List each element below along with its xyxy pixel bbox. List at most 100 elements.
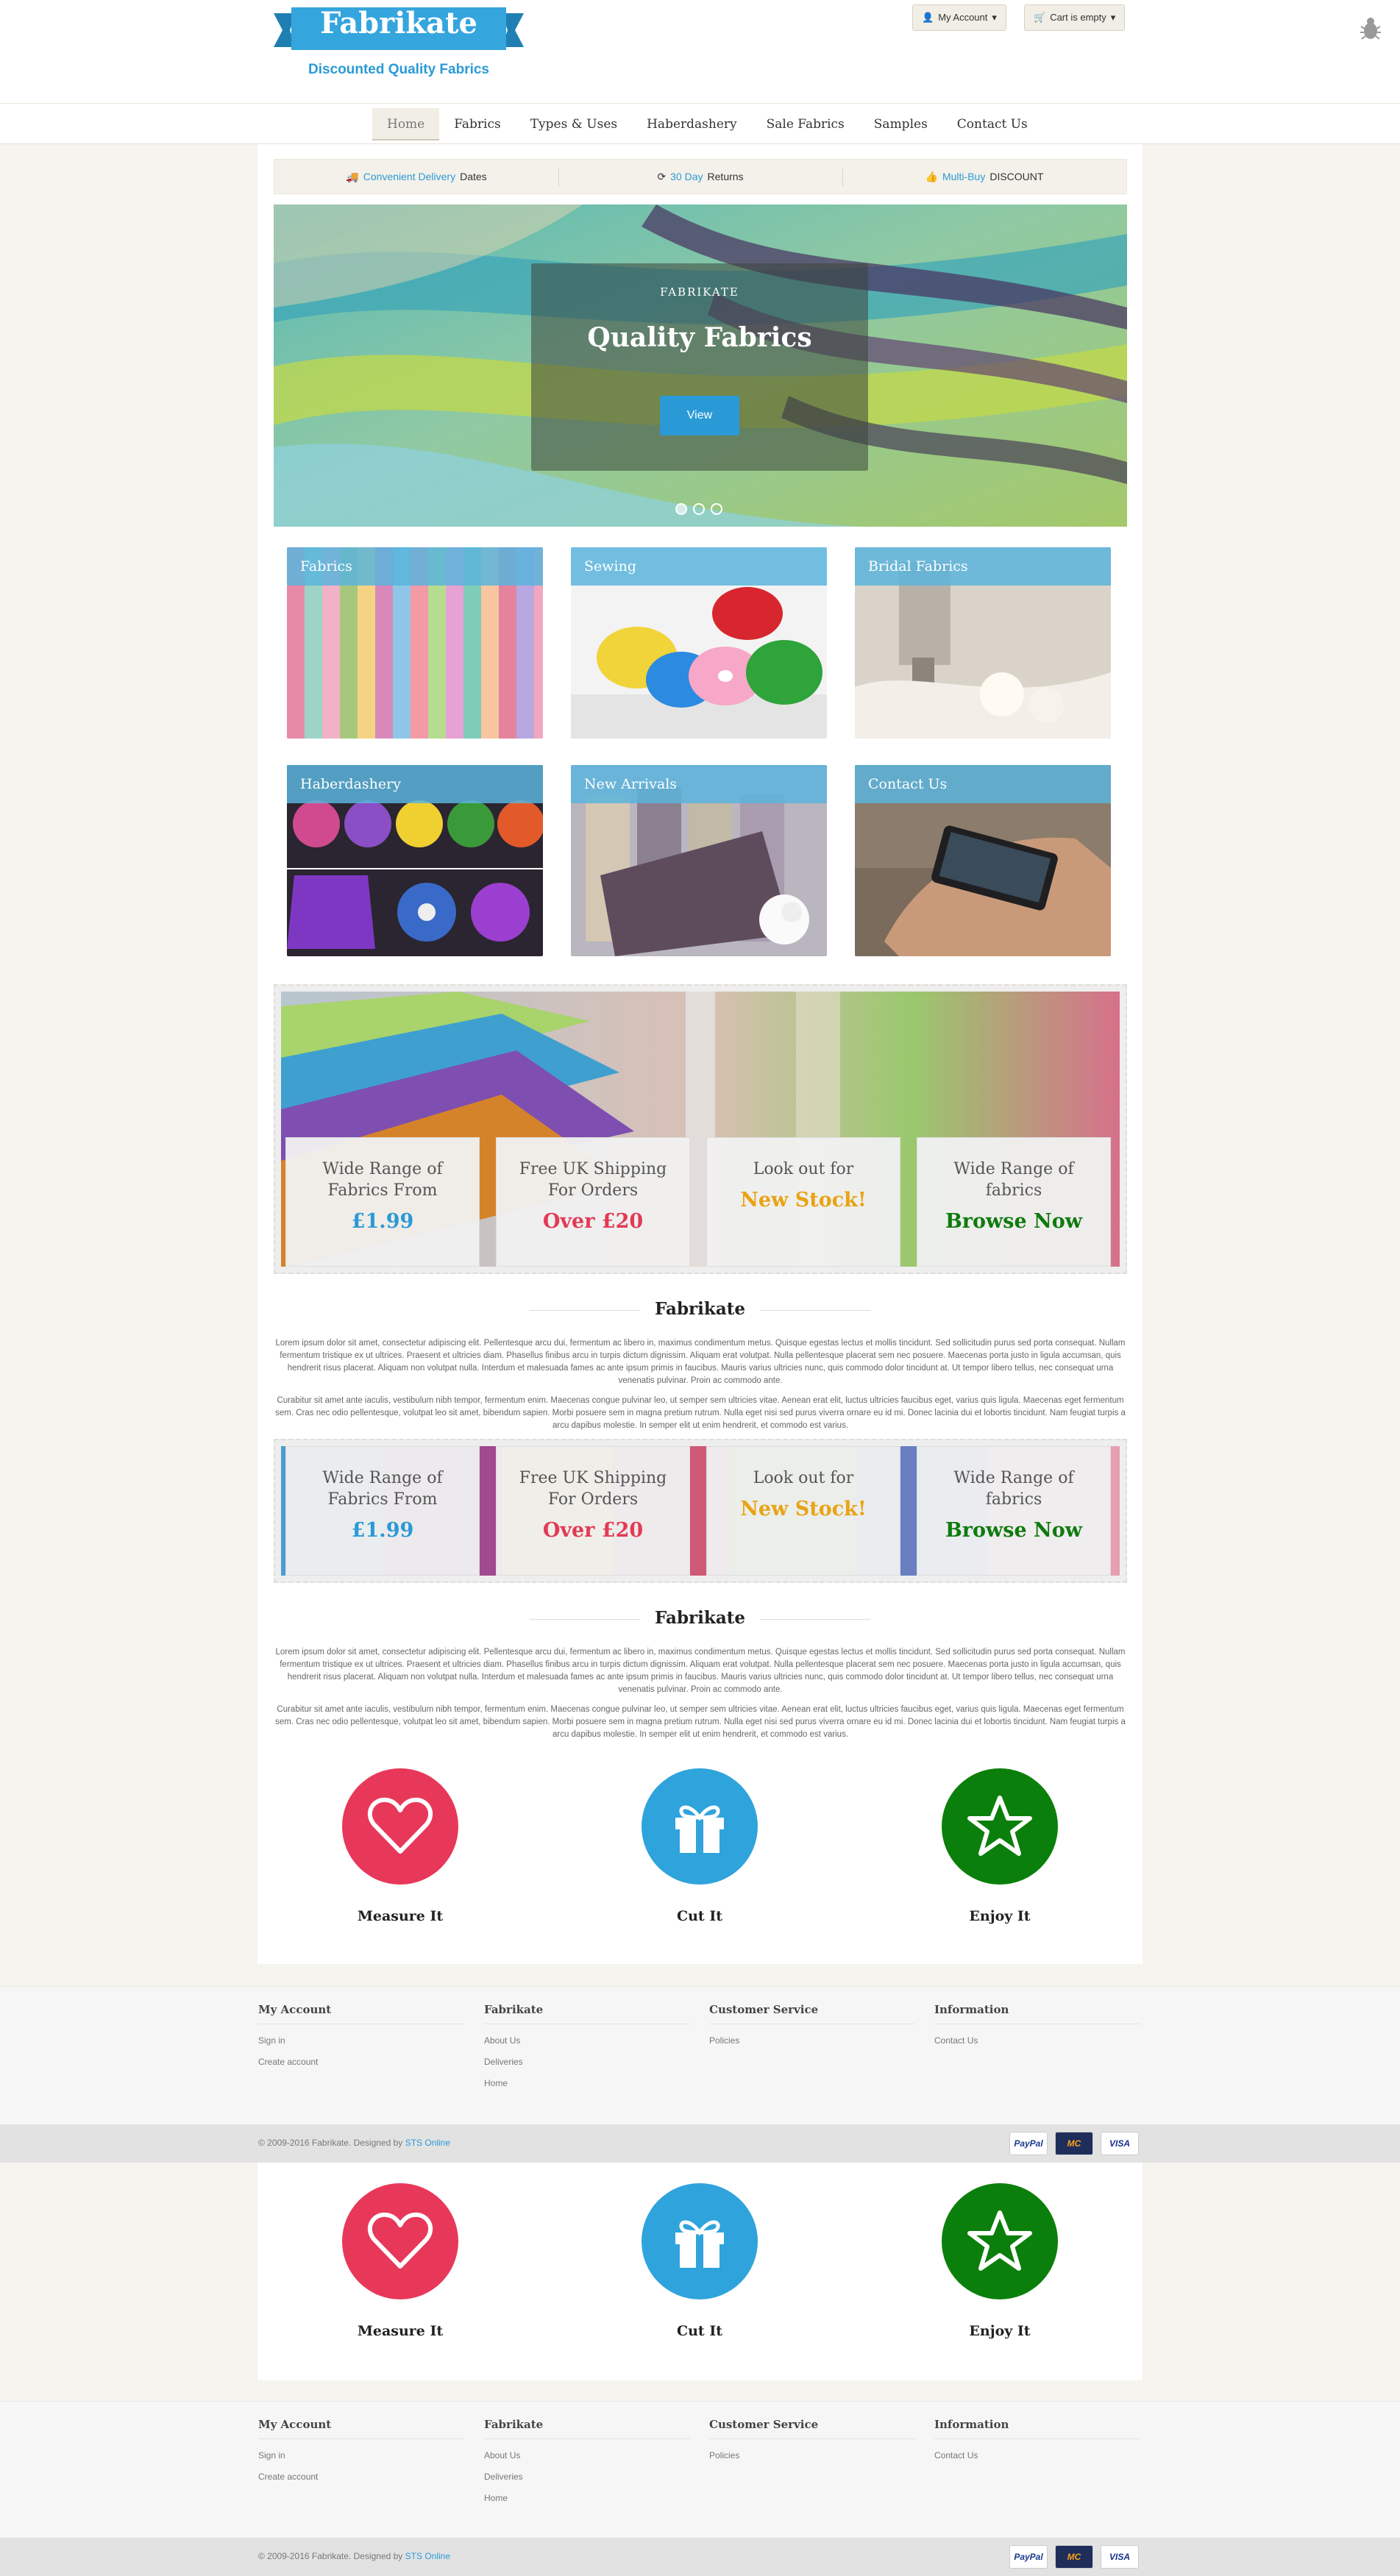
footer-link-policies[interactable]: Policies	[709, 2450, 923, 2461]
nav-samples[interactable]: Samples	[859, 108, 942, 140]
lorem-paragraph-4: Curabitur sit amet ante iaculis, vestibu…	[275, 1705, 1126, 1739]
main-content: 🚚 Convenient Delivery Dates ⟳ 30 Day Ret…	[257, 144, 1143, 1964]
features-repeat: Measure It Cut It Enjoy It	[257, 2163, 1143, 2380]
promo-line1: Look out for	[753, 1160, 854, 1178]
footer-link-contact-us[interactable]: Contact Us	[934, 2450, 1148, 2461]
nav-haberdashery[interactable]: Haberdashery	[632, 108, 752, 140]
promo-highlight: New Stock!	[740, 1189, 867, 1211]
footer-link-home[interactable]: Home	[484, 2078, 697, 2088]
category-sewing[interactable]: Sewing	[571, 547, 827, 739]
promo-line1: Free UK Shipping	[519, 1160, 667, 1178]
slider-dot-2[interactable]	[693, 503, 705, 515]
category-haberdashery[interactable]: Haberdashery	[287, 765, 543, 956]
delivery-info[interactable]: 🚚 Convenient Delivery Dates	[274, 160, 558, 193]
cart-button[interactable]: 🛒 Cart is empty ▾	[1024, 4, 1126, 31]
promo-box-browse[interactable]: Wide Range of fabrics Browse Now	[917, 1446, 1111, 1576]
footer-heading: Information	[934, 2418, 1140, 2439]
footer-col-my-account: My Account Sign in Create account	[258, 2003, 472, 2067]
main-nav: Home Fabrics Types & Uses Haberdashery S…	[0, 103, 1400, 144]
feature-label: Enjoy It	[969, 2323, 1031, 2339]
footer-link-sign-in[interactable]: Sign in	[258, 2450, 472, 2461]
promo-banner-1: Wide Range of Fabrics From £1.99 Free UK …	[274, 984, 1127, 1274]
feature-cut[interactable]: Cut It	[589, 1768, 810, 1924]
slider-dot-3[interactable]	[711, 503, 722, 515]
lorem-paragraph-1: Lorem ipsum dolor sit amet, consectetur …	[275, 1339, 1126, 1385]
lorem-paragraph-2: Curabitur sit amet ante iaculis, vestibu…	[275, 1396, 1126, 1430]
feature-enjoy[interactable]: Enjoy It	[889, 1768, 1110, 1924]
footer-link-home[interactable]: Home	[484, 2493, 697, 2503]
multibuy-info[interactable]: 👍 Multi-Buy DISCOUNT	[842, 160, 1126, 193]
promo-line2: For Orders	[547, 1490, 639, 1509]
user-icon: 👤	[922, 12, 934, 23]
footer-heading: Fabrikate	[484, 2418, 690, 2439]
feature-cut[interactable]: Cut It	[589, 2183, 810, 2339]
payment-cards: PayPal MC VISA	[1009, 2545, 1139, 2569]
footer-link-create-account[interactable]: Create account	[258, 2472, 472, 2482]
promo-box-shipping[interactable]: Free UK Shipping For Orders Over £20	[496, 1137, 690, 1267]
footer-link-contact-us[interactable]: Contact Us	[934, 2035, 1148, 2046]
nav-sale-fabrics[interactable]: Sale Fabrics	[752, 108, 859, 140]
footer-link-deliveries[interactable]: Deliveries	[484, 2057, 697, 2067]
footer-heading: Customer Service	[709, 2418, 915, 2439]
footer-link-create-account[interactable]: Create account	[258, 2057, 472, 2067]
feature-label: Enjoy It	[969, 1908, 1031, 1924]
category-fabrics[interactable]: Fabrics	[287, 547, 543, 739]
footer-link-deliveries[interactable]: Deliveries	[484, 2472, 697, 2482]
category-new-arrivals[interactable]: New Arrivals	[571, 765, 827, 956]
feature-label: Measure It	[357, 2323, 444, 2339]
promo-box-shipping[interactable]: Free UK Shipping For Orders Over £20	[496, 1446, 690, 1576]
promo-box-new-stock[interactable]: Look out for New Stock!	[706, 1137, 900, 1267]
slide-view-button[interactable]: View	[660, 396, 739, 435]
feature-enjoy[interactable]: Enjoy It	[889, 2183, 1110, 2339]
bug-icon[interactable]	[1360, 16, 1382, 41]
caret-down-icon: ▾	[992, 12, 997, 23]
promo-line1: Free UK Shipping	[519, 1469, 667, 1487]
designer-link[interactable]: STS Online	[405, 2138, 450, 2148]
logo[interactable]: Fabrikate Discounted Quality Fabrics	[274, 4, 524, 85]
promo-line2: Fabrics From	[327, 1490, 438, 1509]
visa-icon: VISA	[1101, 2132, 1139, 2155]
designer-link[interactable]: STS Online	[405, 2551, 450, 2561]
promo-highlight: £1.99	[351, 1210, 414, 1233]
gift-icon	[675, 2220, 724, 2268]
feature-measure[interactable]: Measure It	[290, 1768, 511, 1924]
promo-box-price[interactable]: Wide Range of Fabrics From £1.99	[285, 1137, 480, 1267]
my-account-button[interactable]: 👤 My Account ▾	[912, 4, 1006, 31]
promo-highlight: Browse Now	[945, 1210, 1082, 1233]
copyright-label: © 2009-2016 Fabrikate. Designed by	[258, 2138, 403, 2148]
slider-dots	[675, 503, 722, 515]
multibuy-highlight: Multi-Buy	[942, 171, 986, 182]
footer-link-about-us[interactable]: About Us	[484, 2450, 697, 2461]
copyright-text: © 2009-2016 Fabrikate. Designed by STS O…	[258, 2138, 450, 2148]
promo-box-new-stock[interactable]: Look out for New Stock!	[706, 1446, 900, 1576]
promo-box-browse[interactable]: Wide Range of fabrics Browse Now	[917, 1137, 1111, 1267]
category-contact-us[interactable]: Contact Us	[855, 765, 1111, 956]
hero-slider[interactable]: FABRIKATE Quality Fabrics View	[274, 204, 1127, 527]
footer-link-about-us[interactable]: About Us	[484, 2035, 697, 2046]
caret-down-icon: ▾	[1110, 12, 1116, 23]
feature-circle	[342, 1768, 458, 1885]
promo-highlight: New Stock!	[740, 1498, 867, 1520]
nav-fabrics[interactable]: Fabrics	[439, 108, 515, 140]
footer-col-fabrikate: Fabrikate About Us Deliveries Home	[484, 2418, 697, 2503]
nav-contact-us[interactable]: Contact Us	[942, 108, 1042, 140]
feature-label: Cut It	[677, 1908, 722, 1924]
slide-caption-box: FABRIKATE Quality Fabrics View	[531, 263, 868, 471]
multibuy-rest: DISCOUNT	[989, 171, 1044, 182]
promo-box-price[interactable]: Wide Range of Fabrics From £1.99	[285, 1446, 480, 1576]
returns-info[interactable]: ⟳ 30 Day Returns	[558, 160, 842, 193]
footer-link-policies[interactable]: Policies	[709, 2035, 923, 2046]
section-title-2: Fabrikate	[257, 1608, 1143, 1628]
promo-highlight: Over £20	[542, 1519, 644, 1542]
slider-dot-1[interactable]	[675, 503, 687, 515]
slide-title: Quality Fabrics	[587, 322, 812, 353]
nav-home[interactable]: Home	[372, 108, 440, 140]
feature-circle	[642, 2183, 758, 2299]
category-label: Bridal Fabrics	[855, 547, 1111, 586]
category-bridal-fabrics[interactable]: Bridal Fabrics	[855, 547, 1111, 739]
footer-col-my-account: My Account Sign in Create account	[258, 2418, 472, 2482]
feature-measure[interactable]: Measure It	[290, 2183, 511, 2339]
nav-types-uses[interactable]: Types & Uses	[516, 108, 632, 140]
footer-heading: Customer Service	[709, 2003, 915, 2024]
footer-link-sign-in[interactable]: Sign in	[258, 2035, 472, 2046]
